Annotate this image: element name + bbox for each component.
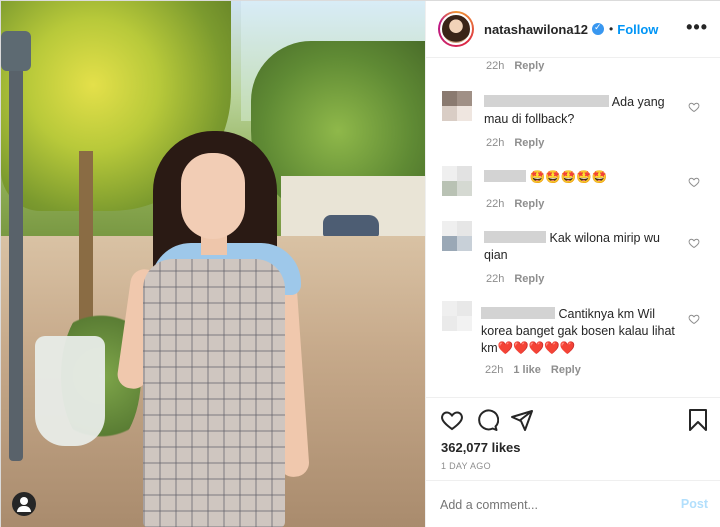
- comment-time: 22h: [486, 137, 505, 149]
- post-photo[interactable]: [1, 1, 425, 527]
- post-header: natashawilona12 • Follow •••: [426, 1, 720, 58]
- comment-time: 22h: [486, 60, 505, 72]
- share-icon[interactable]: [510, 408, 534, 432]
- comments-list[interactable]: 22h Reply Ada yang mau di follback? 22h Re…: [426, 58, 720, 396]
- heart-icon[interactable]: [688, 101, 700, 113]
- comment-meta: 22h Reply: [486, 198, 544, 210]
- heart-icon[interactable]: [688, 237, 700, 249]
- post-date[interactable]: 1 DAY AGO: [441, 461, 491, 471]
- comment-meta: 22h Reply: [486, 137, 544, 149]
- comment-icon[interactable]: [475, 408, 499, 432]
- bookmark-icon[interactable]: [686, 408, 710, 432]
- username-link[interactable]: natashawilona12: [484, 22, 588, 37]
- comment-username-blurred[interactable]: [484, 170, 526, 182]
- comment-body: 🤩🤩🤩🤩🤩: [529, 170, 608, 184]
- comment-text: 🤩🤩🤩🤩🤩: [484, 169, 684, 186]
- comment-text: Ada yang mau di follback?: [484, 94, 684, 128]
- avatar[interactable]: [442, 166, 472, 196]
- photo-car: [323, 215, 379, 237]
- comment-username-blurred[interactable]: [481, 307, 555, 319]
- reply-button[interactable]: Reply: [514, 137, 544, 149]
- avatar[interactable]: [442, 221, 472, 251]
- comment-time: 22h: [485, 364, 504, 376]
- comment-text: Kak wilona mirip wu qian: [484, 230, 684, 264]
- comment-meta: 22h 1 like Reply: [485, 364, 581, 376]
- comment-likes[interactable]: 1 like: [513, 364, 541, 376]
- photo-pot: [35, 336, 105, 446]
- photo-lamp-post: [9, 41, 23, 461]
- photo-lamp-head: [1, 31, 31, 71]
- follow-button[interactable]: Follow: [617, 22, 658, 37]
- heart-icon[interactable]: [440, 408, 464, 432]
- post-modal: natashawilona12 • Follow ••• 22h Reply Ad…: [0, 0, 720, 527]
- photo-dress: [143, 259, 285, 527]
- verified-badge-icon: [592, 22, 605, 35]
- separator-dot: •: [609, 22, 614, 36]
- comment-meta: 22h Reply: [486, 273, 544, 285]
- comment-meta: 22h Reply: [486, 60, 544, 72]
- more-options-icon[interactable]: •••: [686, 17, 708, 38]
- heart-icon[interactable]: [688, 313, 700, 325]
- comment-time: 22h: [486, 198, 505, 210]
- post-comment-button[interactable]: Post: [681, 497, 708, 511]
- heart-icon[interactable]: [688, 176, 700, 188]
- post-side-panel: natashawilona12 • Follow ••• 22h Reply Ad…: [425, 1, 720, 527]
- comment-text: Cantiknya km Wil korea banget gak bosen …: [481, 306, 681, 357]
- comment-username-blurred[interactable]: [484, 231, 546, 243]
- likes-count[interactable]: 362,077 likes: [441, 440, 521, 455]
- post-actions: 362,077 likes 1 DAY AGO Post: [426, 397, 720, 527]
- avatar[interactable]: [442, 91, 472, 121]
- reply-button[interactable]: Reply: [551, 364, 581, 376]
- reply-button[interactable]: Reply: [514, 60, 544, 72]
- comment-input[interactable]: [440, 495, 660, 515]
- user-tag-icon[interactable]: [12, 492, 36, 516]
- avatar-image: [440, 13, 472, 45]
- photo-face: [181, 153, 245, 239]
- reply-button[interactable]: Reply: [514, 198, 544, 210]
- avatar[interactable]: [438, 11, 474, 47]
- add-comment-bar: Post: [426, 480, 720, 527]
- reply-button[interactable]: Reply: [514, 273, 544, 285]
- avatar[interactable]: [442, 301, 472, 331]
- comment-time: 22h: [486, 273, 505, 285]
- comment-username-blurred[interactable]: [484, 95, 609, 107]
